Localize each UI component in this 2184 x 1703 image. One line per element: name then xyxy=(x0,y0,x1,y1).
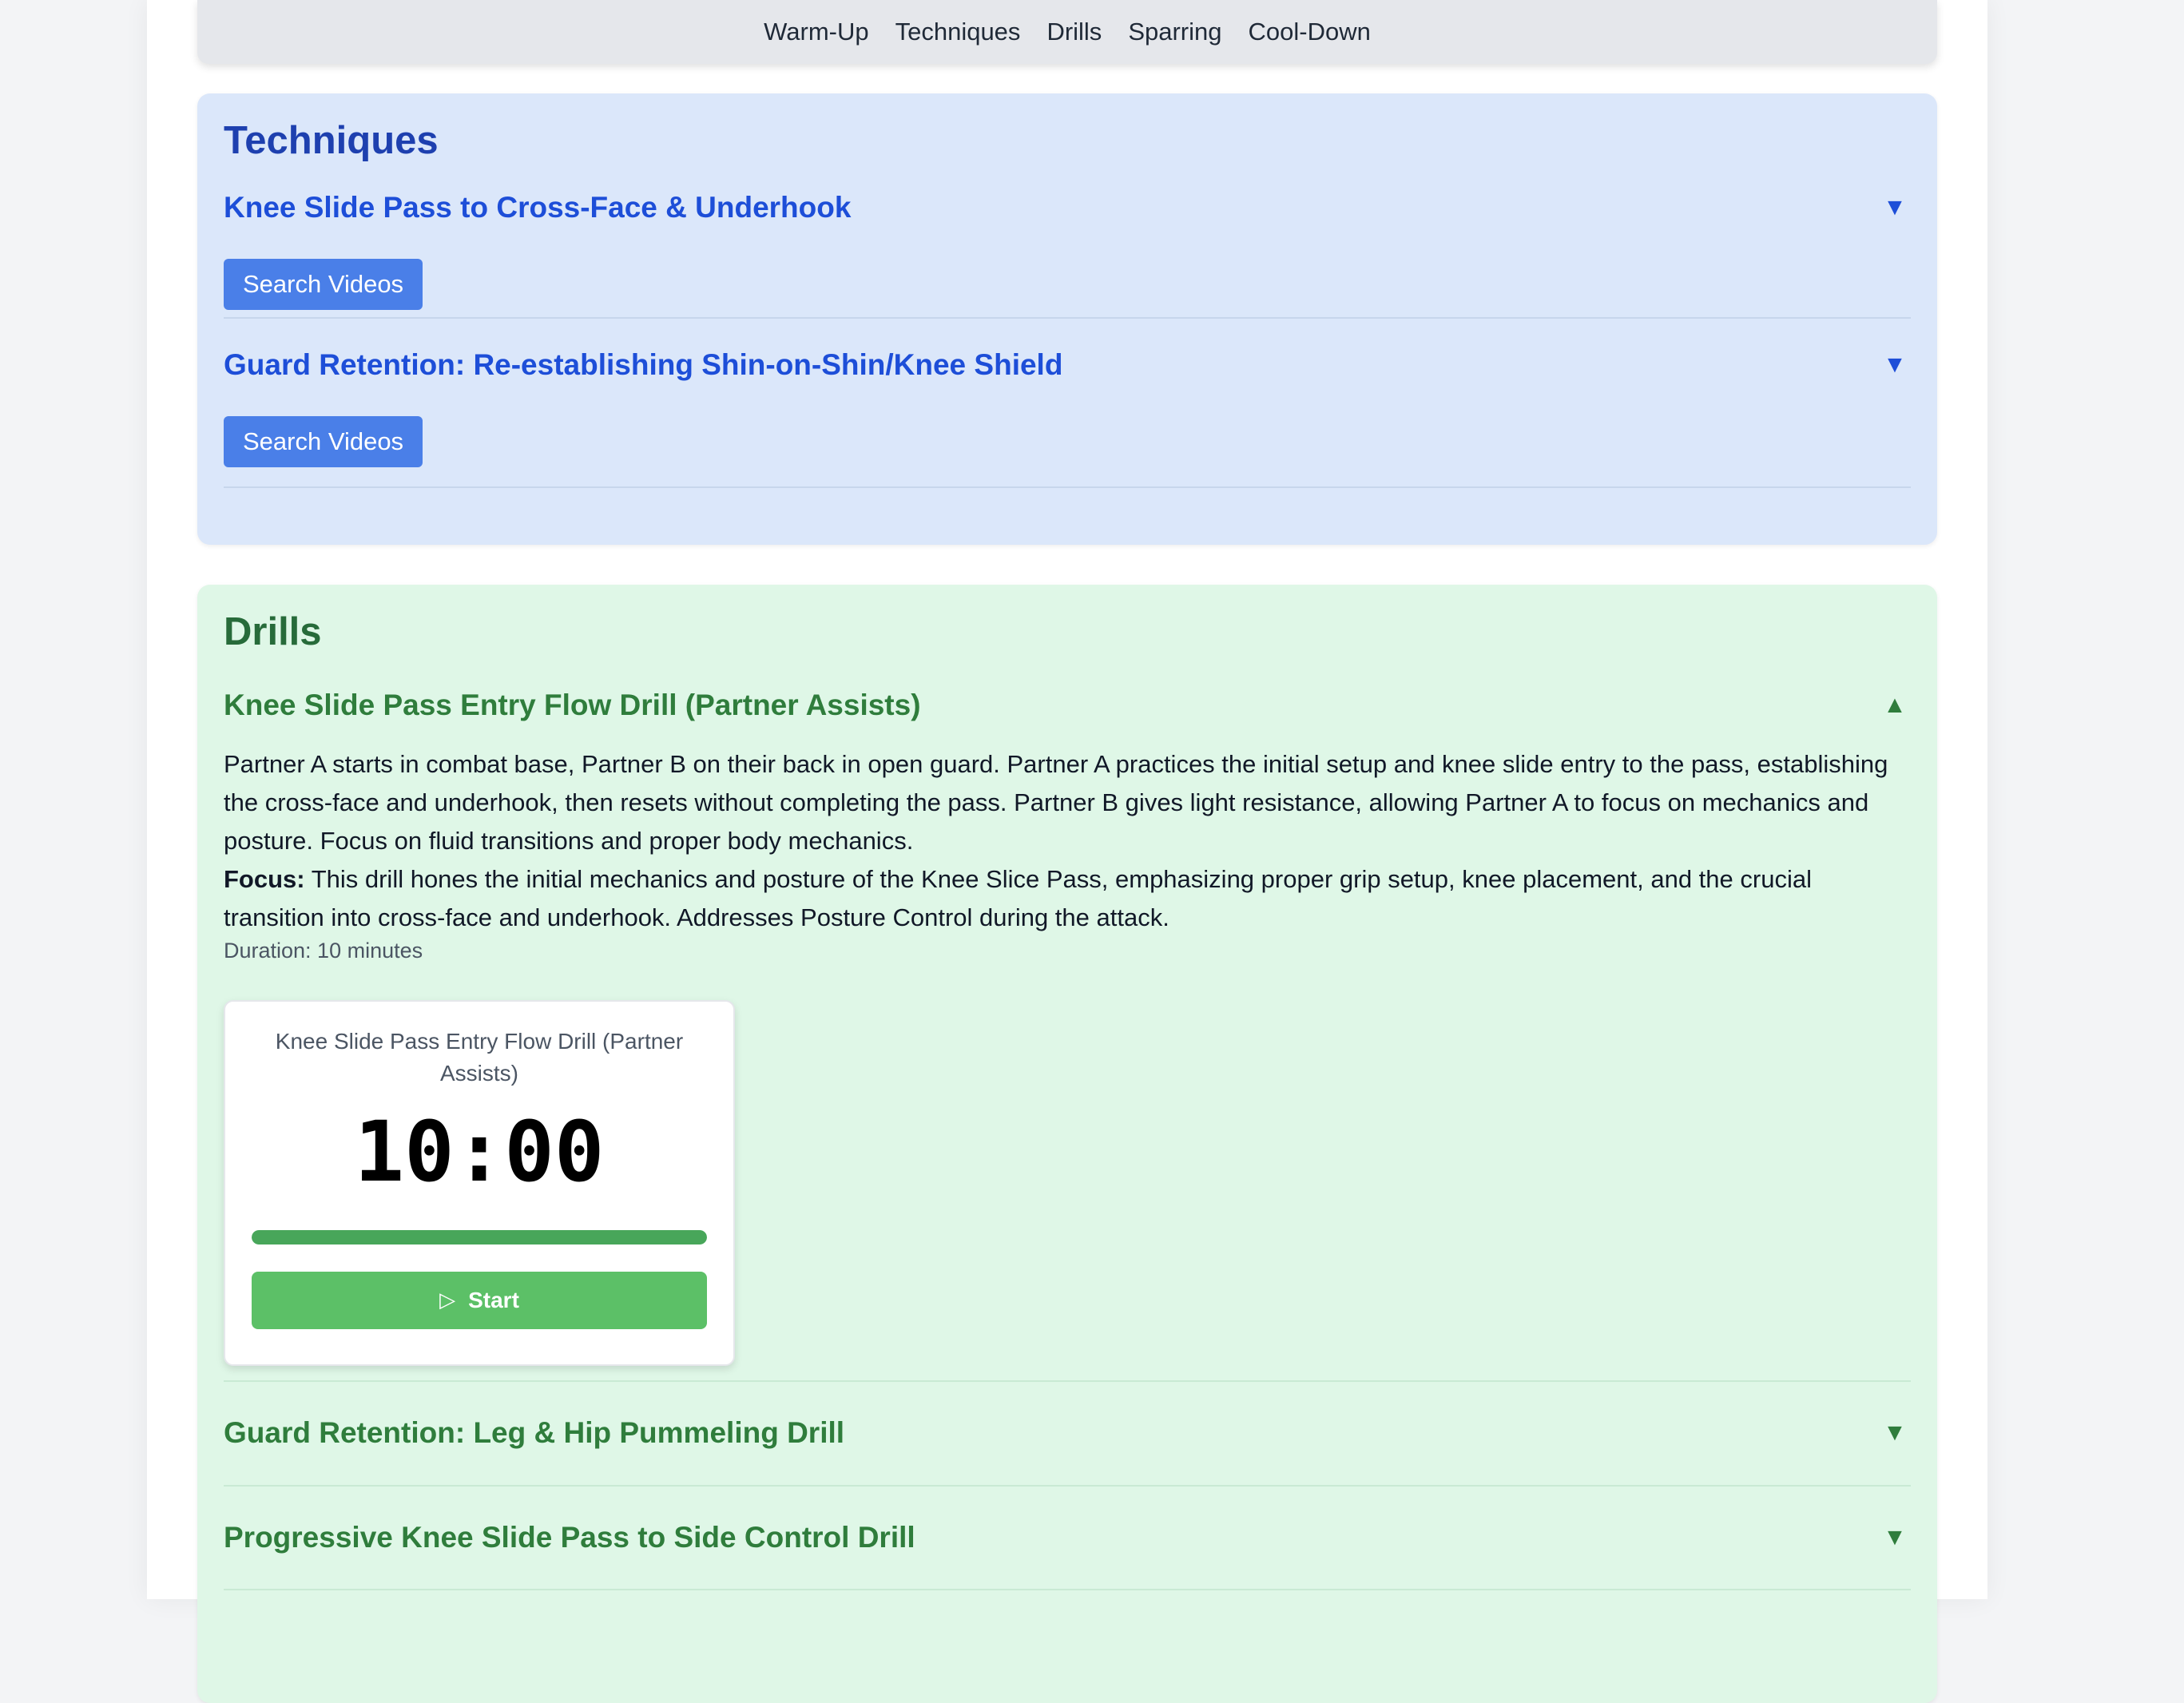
technique-title: Guard Retention: Re-establishing Shin-on… xyxy=(224,347,1063,381)
technique-item: Guard Retention: Re-establishing Shin-on… xyxy=(224,319,1911,488)
chevron-up-icon[interactable]: ▲ xyxy=(1879,692,1911,719)
chevron-down-icon[interactable]: ▼ xyxy=(1879,351,1911,379)
technique-header[interactable]: Knee Slide Pass to Cross-Face & Underhoo… xyxy=(224,181,1911,235)
start-label: Start xyxy=(468,1287,519,1312)
timer-progress-bar xyxy=(252,1229,707,1244)
drill-focus: Focus: This drill hones the initial mech… xyxy=(224,860,1911,937)
focus-text: This drill hones the initial mechanics a… xyxy=(224,864,1812,931)
chevron-down-icon[interactable]: ▼ xyxy=(1879,194,1911,221)
technique-header[interactable]: Guard Retention: Re-establishing Shin-on… xyxy=(224,338,1911,392)
drill-item-expanded: Knee Slide Pass Entry Flow Drill (Partne… xyxy=(224,656,1911,1382)
drill-header[interactable]: Knee Slide Pass Entry Flow Drill (Partne… xyxy=(224,678,1911,732)
timer-title: Knee Slide Pass Entry Flow Drill (Partne… xyxy=(275,1028,684,1086)
nav-drills[interactable]: Drills xyxy=(1046,18,1102,46)
drill-duration: Duration: 10 minutes xyxy=(224,938,423,963)
focus-label: Focus: xyxy=(224,864,305,893)
content-container: Warm-Up Techniques Drills Sparring Cool-… xyxy=(197,0,1937,1703)
nav-cool-down[interactable]: Cool-Down xyxy=(1249,18,1371,46)
timer-progress-fill xyxy=(252,1229,707,1244)
techniques-section: Techniques Knee Slide Pass to Cross-Face… xyxy=(197,93,1937,545)
chevron-down-icon[interactable]: ▼ xyxy=(1879,1419,1911,1447)
timer-card: Knee Slide Pass Entry Flow Drill (Partne… xyxy=(224,999,735,1366)
techniques-title: Techniques xyxy=(224,119,439,162)
drill-title: Knee Slide Pass Entry Flow Drill (Partne… xyxy=(224,688,921,721)
page: Warm-Up Techniques Drills Sparring Cool-… xyxy=(147,0,1987,1703)
nav-warm-up[interactable]: Warm-Up xyxy=(764,18,868,46)
section-nav: Warm-Up Techniques Drills Sparring Cool-… xyxy=(197,0,1937,64)
technique-title: Knee Slide Pass to Cross-Face & Underhoo… xyxy=(224,190,852,224)
search-videos-button[interactable]: Search Videos xyxy=(224,415,423,467)
drills-title: Drills xyxy=(224,610,322,653)
technique-item: Knee Slide Pass to Cross-Face & Underhoo… xyxy=(224,165,1911,319)
nav-sparring[interactable]: Sparring xyxy=(1128,18,1221,46)
timer-display: 10:00 xyxy=(354,1102,605,1201)
nav-techniques[interactable]: Techniques xyxy=(895,18,1021,46)
drills-section: Drills Knee Slide Pass Entry Flow Drill … xyxy=(197,585,1937,1703)
play-icon: ▷ xyxy=(439,1288,456,1312)
drill-title: Progressive Knee Slide Pass to Side Cont… xyxy=(224,1520,915,1554)
drill-body: Partner A starts in combat base, Partner… xyxy=(224,745,1911,1366)
chevron-down-icon[interactable]: ▼ xyxy=(1879,1524,1911,1551)
drill-title: Guard Retention: Leg & Hip Pummeling Dri… xyxy=(224,1416,845,1450)
drill-item: Progressive Knee Slide Pass to Side Cont… xyxy=(224,1487,1911,1590)
drill-header[interactable]: Guard Retention: Leg & Hip Pummeling Dri… xyxy=(224,1416,1911,1450)
drill-item: Guard Retention: Leg & Hip Pummeling Dri… xyxy=(224,1382,1911,1487)
start-timer-button[interactable]: ▷ Start xyxy=(252,1271,707,1329)
drill-header[interactable]: Progressive Knee Slide Pass to Side Cont… xyxy=(224,1521,1911,1554)
search-videos-button[interactable]: Search Videos xyxy=(224,258,423,310)
drill-description: Partner A starts in combat base, Partner… xyxy=(224,749,1888,855)
